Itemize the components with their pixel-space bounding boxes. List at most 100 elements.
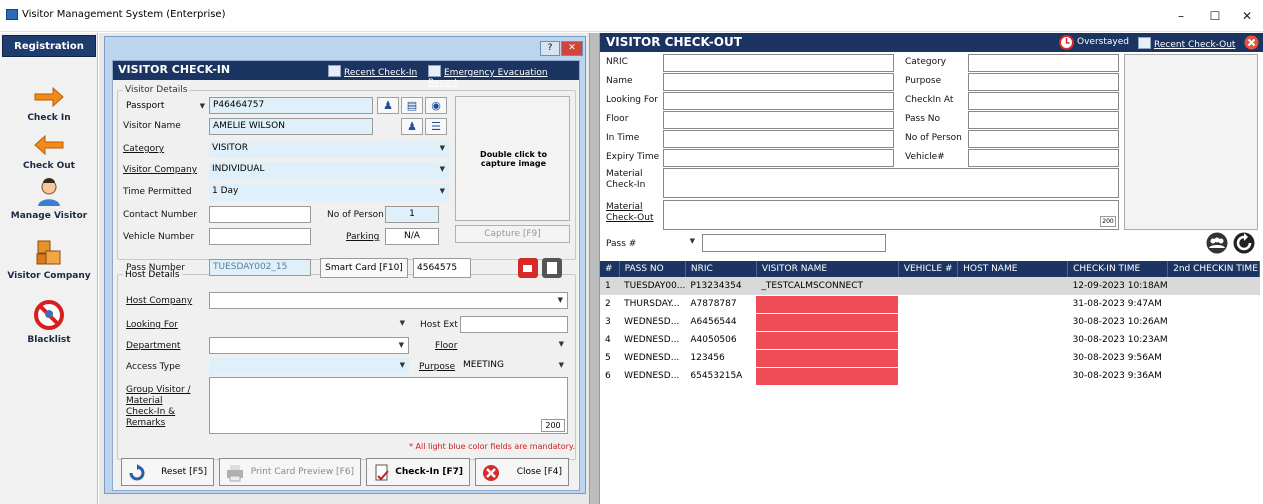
contact-number-field[interactable] [209,206,311,223]
sidebar-item-label: Check In [27,113,71,123]
reset-button[interactable]: Reset [F5] [121,458,214,486]
category-select[interactable]: VISITOR ▼ [209,141,449,158]
material-checkout-field[interactable] [663,200,1119,230]
pass-no-field[interactable] [968,111,1119,129]
pass-type-select[interactable]: ▼ [663,234,699,251]
id-type-select[interactable]: Passport ▼ [123,99,209,116]
cell-checkin-time: 30-08-2023 10:23AM [1067,331,1168,350]
looking-for-label[interactable]: Looking For [126,320,178,330]
col-index[interactable]: # [600,261,620,277]
recent-checkin-link[interactable]: Recent Check-In [328,65,417,78]
window-close-button[interactable]: ✕ [1232,6,1262,26]
nric-field[interactable] [663,54,894,72]
sidebar-item-check-out[interactable]: Check Out [2,133,96,171]
checkin-label: Check-In [F7] [395,467,463,477]
checkin-button[interactable]: Check-In [F7] [366,458,470,486]
overstayed-label[interactable]: Overstayed [1077,37,1129,47]
pass-search-field[interactable] [702,234,886,252]
visitor-name-field[interactable]: AMELIE WILSON [209,118,373,135]
remarks-label[interactable]: Group Visitor / Material Check-In & Rema… [126,385,196,429]
print-card-preview-button[interactable]: Print Card Preview [F6] [219,458,361,486]
expiry-time-field[interactable] [663,149,894,167]
department-select[interactable]: ▼ [209,337,409,354]
id-number-field[interactable]: P46464757 [209,97,373,114]
purpose-select[interactable]: MEETING ▼ [460,358,568,375]
table-row[interactable]: 6 WEDNESD... 65453215A 30-08-2023 9:36AM [600,367,1260,386]
visitor-company-label[interactable]: Visitor Company [123,165,197,175]
col-pass-no[interactable]: PASS NO [619,261,686,277]
floor-select[interactable]: ▼ [460,337,568,354]
evacuation-report-link[interactable]: Emergency Evacuation Report [428,65,579,88]
department-label[interactable]: Department [126,341,180,351]
looking-for-field[interactable] [663,92,894,110]
col-visitor-name[interactable]: VISITOR NAME [756,261,899,277]
purpose-label[interactable]: Purpose [419,362,455,372]
smart-card-button[interactable]: Smart Card [F10] [320,258,408,278]
col-vehicle[interactable]: VEHICLE # [898,261,959,277]
sidebar-header-registration[interactable]: Registration [2,35,96,57]
looking-for-select[interactable]: ▼ [209,316,409,333]
help-button[interactable]: ? [540,41,560,56]
dialog-close-button[interactable]: ✕ [561,41,583,56]
sidebar-item-manage-visitor[interactable]: Manage Visitor [2,177,96,221]
time-permitted-select[interactable]: 1 Day ▼ [209,184,449,201]
pass-number-field[interactable]: TUESDAY002_15 [209,259,311,276]
list-icon[interactable]: ☰ [425,118,447,135]
host-company-label[interactable]: Host Company [126,296,192,306]
sidebar-item-blacklist[interactable]: Blacklist [2,299,96,345]
table-row[interactable]: 2 THURSDAY... A7878787 31-08-2023 9:47AM [600,295,1260,314]
scan-card-icon[interactable] [517,257,539,279]
close-checkout-icon[interactable] [1244,35,1259,50]
recent-checkout-label: Recent Check-Out [1154,40,1236,50]
person-lookup-icon[interactable]: ♟ [377,97,399,114]
name-label: Name [606,76,633,86]
chevron-down-icon: ▼ [439,187,445,195]
col-checkin-time[interactable]: CHECK-IN TIME [1067,261,1169,277]
remarks-field[interactable] [209,377,568,434]
category-label[interactable]: Category [123,144,164,154]
capture-button[interactable]: Capture [F9] [455,225,570,243]
passport-scan-icon[interactable]: ◉ [425,97,447,114]
host-ext-field[interactable] [460,316,568,333]
smart-card-field[interactable]: 4564575 [413,258,471,278]
cell-vehicle [898,313,958,332]
refresh-icon[interactable] [1232,232,1256,254]
host-company-select[interactable]: ▼ [209,292,568,309]
group-checkout-icon[interactable] [1205,232,1229,254]
purpose-field[interactable] [968,73,1119,91]
access-type-select[interactable]: ▼ [209,358,409,375]
minimize-button[interactable]: – [1166,6,1196,26]
table-row[interactable]: 5 WEDNESD... 123456 30-08-2023 9:56AM [600,349,1260,368]
panel-splitter[interactable] [589,33,600,504]
name-field[interactable] [663,73,894,91]
checkin-at-field[interactable] [968,92,1119,110]
photo-capture-area[interactable]: Double click to capture image [455,96,570,221]
material-checkin-field[interactable] [663,168,1119,198]
vehicle-number-field[interactable] [209,228,311,245]
no-of-person-field[interactable] [968,130,1119,148]
material-checkout-label[interactable]: Material Check-Out [606,202,660,224]
table-row[interactable]: 3 WEDNESD... A6456544 30-08-2023 10:26AM [600,313,1260,332]
col-2nd-checkin-time[interactable]: 2nd CHECKIN TIME [1167,261,1260,277]
visitor-company-select[interactable]: INDIVIDUAL ▼ [209,162,449,179]
id-card-icon[interactable]: ▤ [401,97,423,114]
card-edit-icon[interactable] [541,257,563,279]
parking-label[interactable]: Parking [346,232,379,242]
close-button[interactable]: Close [F4] [475,458,569,486]
category-field[interactable] [968,54,1119,72]
person-search-icon[interactable]: ♟ [401,118,423,135]
recent-checkout-link[interactable]: Recent Check-Out [1138,37,1235,50]
no-of-person-field[interactable]: 1 [385,206,439,223]
table-row[interactable]: 1 TUESDAY00... P13234354 _TESTCALMSCONNECT 1… [600,277,1260,296]
sidebar-item-visitor-company[interactable]: Visitor Company [2,237,96,281]
parking-field[interactable]: N/A [385,228,439,245]
col-host-name[interactable]: HOST NAME [957,261,1069,277]
floor-field[interactable] [663,111,894,129]
in-time-field[interactable] [663,130,894,148]
table-row[interactable]: 4 WEDNESD... A4050506 30-08-2023 10:23AM [600,331,1260,350]
maximize-button[interactable]: ☐ [1200,6,1230,26]
col-nric[interactable]: NRIC [685,261,757,277]
vehicle-field[interactable] [968,149,1119,167]
floor-label[interactable]: Floor [435,341,457,351]
sidebar-item-check-in[interactable]: Check In [2,85,96,123]
